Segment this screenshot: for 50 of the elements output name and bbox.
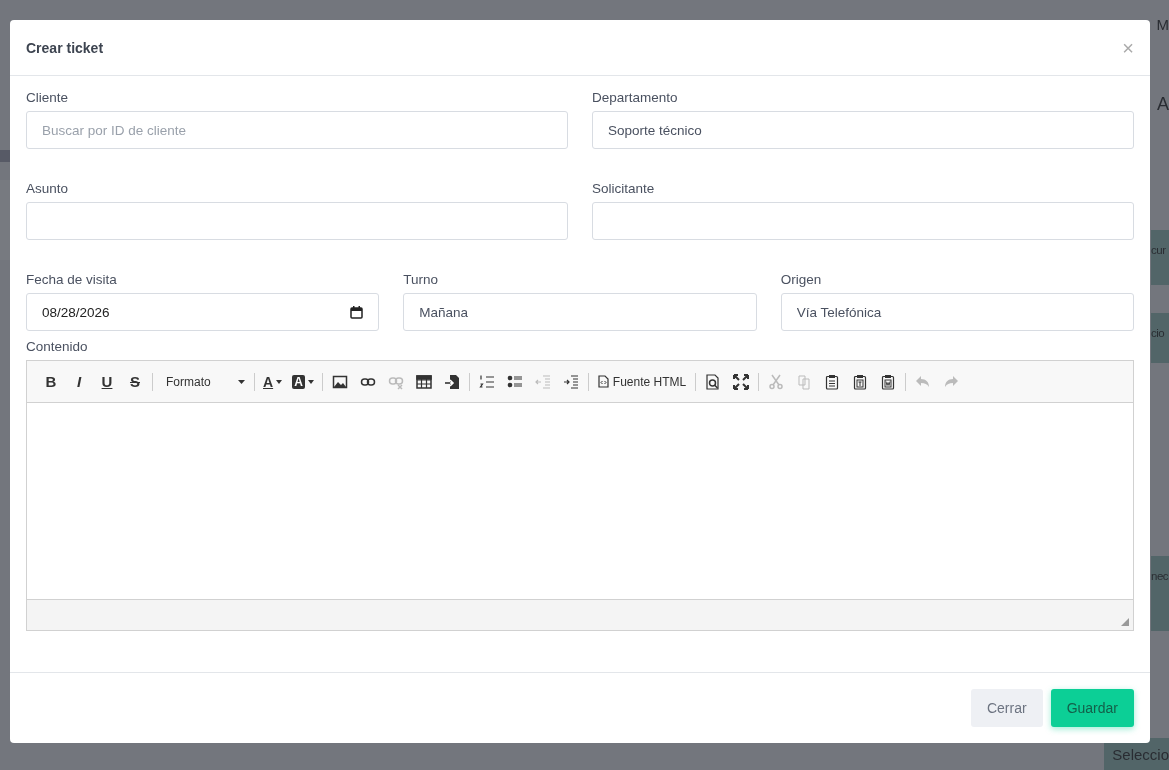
date-field[interactable]: 08/28/2026 [26,293,380,331]
source-button[interactable]: Fuente HTML [591,368,693,395]
maximize-icon [733,373,750,390]
text-color-button[interactable]: A [258,368,288,395]
ordered-list-icon [478,373,495,390]
bold-button[interactable]: B [37,368,65,395]
text-field[interactable] [592,202,1134,240]
image-icon [331,373,348,390]
close-button[interactable]: Cerrar [970,689,1043,727]
background-text: cur [1151,230,1169,285]
background-text: M [1156,16,1169,33]
strike-button[interactable]: S [121,368,149,395]
background-text: A [1157,94,1169,115]
field-label: Asunto [26,181,70,196]
text-field[interactable]: Mañana [403,293,757,331]
code-file-icon [597,375,609,388]
field-label: Fecha de visita [26,272,118,287]
field-label: Turno [403,272,440,287]
outdent-icon [534,373,551,390]
underline-button[interactable]: U [93,368,121,395]
background-text: cio [1151,313,1169,363]
text-field[interactable] [26,202,568,240]
italic-button[interactable]: I [65,368,93,395]
field-label: Contenido [26,339,89,354]
dialog-title: Crear ticket [26,39,104,56]
caret-icon [307,379,314,384]
text-field[interactable]: Soporte técnico [592,111,1134,149]
caret-icon [238,379,245,384]
text-field[interactable]: Vía Telefónica [780,293,1134,331]
field-label: Solicitante [592,181,656,196]
paste-icon [824,373,841,390]
calendar-icon[interactable] [350,305,364,319]
caret-icon [276,379,283,384]
field-label: Cliente [26,90,70,105]
import-icon [443,373,460,390]
background-color-button[interactable]: A [287,368,319,395]
format-dropdown[interactable]: Formato [156,368,251,395]
copy-icon [796,373,813,390]
table-icon [415,373,432,390]
indent-icon [562,373,579,390]
bullet-list-icon [506,373,523,390]
preview-icon [705,373,722,390]
text-field[interactable]: Buscar por ID de cliente [26,111,568,149]
resize-handle-icon[interactable] [1121,618,1129,626]
paste-text-icon [852,373,869,390]
field-label: Departamento [592,90,679,105]
paste-word-icon [880,373,897,390]
field-label: Origen [780,272,823,287]
cut-icon [768,373,785,390]
save-button[interactable]: Guardar [1050,689,1134,727]
